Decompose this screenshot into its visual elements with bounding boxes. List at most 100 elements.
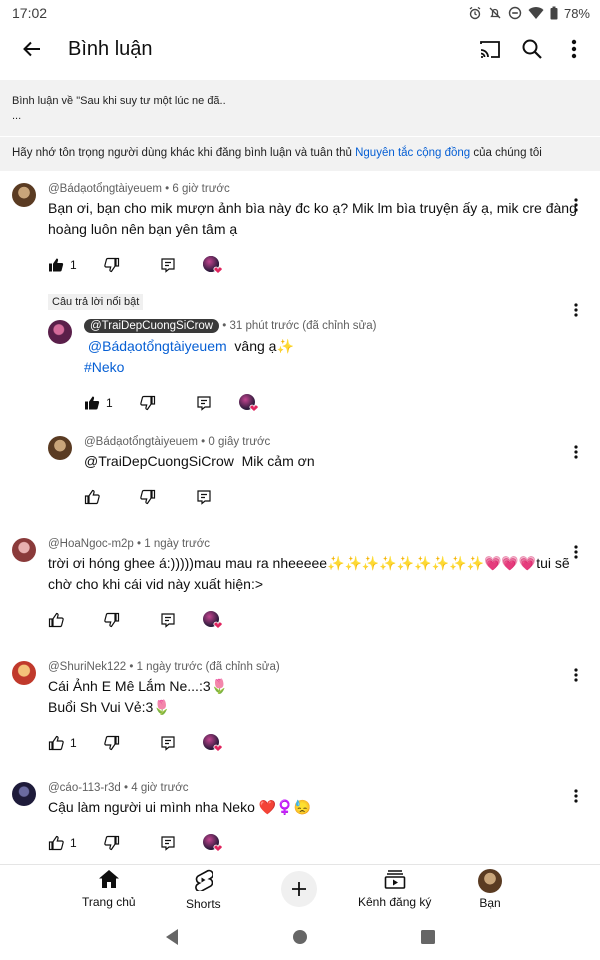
creator-heart	[202, 611, 224, 629]
comment-time: 1 ngày trước (đã chỉnh sửa)	[136, 661, 280, 673]
like-button[interactable]	[48, 612, 104, 628]
comment-item: @ShuriNek122 • 1 ngày trước (đã chỉnh sử…	[0, 661, 600, 754]
avatar	[478, 869, 502, 893]
creator-heart-icon	[202, 834, 224, 852]
search-icon[interactable]	[514, 31, 550, 67]
reply-button[interactable]	[160, 735, 202, 751]
reply-text: vâng ạ✨	[234, 338, 294, 354]
more-vert-icon[interactable]	[556, 31, 592, 67]
nav-shorts-label: Shorts	[186, 897, 221, 911]
nav-you[interactable]: Bạn	[478, 869, 502, 910]
like-button[interactable]: 1	[48, 735, 104, 751]
about-video[interactable]: Bình luận về "Sau khi suy tư một lúc ne …	[0, 80, 600, 137]
reply-item: @Bádạotổngtàiyeuem • 0 giây trước @TraiD…	[0, 436, 600, 508]
system-navigation	[0, 916, 600, 960]
avatar[interactable]	[12, 538, 36, 562]
creator-heart	[202, 734, 224, 752]
comment-more-icon[interactable]	[568, 786, 584, 806]
like-button[interactable]	[84, 489, 140, 505]
comment-author[interactable]: @Bádạotổngtàiyeuem	[48, 183, 162, 195]
reply-button[interactable]	[160, 835, 202, 851]
comment-text: Bạn ơi, bạn cho mik mượn ảnh bìa này đc …	[48, 200, 577, 237]
community-guidelines-link[interactable]: Nguyên tắc cộng đồng	[355, 147, 470, 159]
highlighted-reply-badge: Câu trả lời nổi bật	[48, 294, 144, 310]
comment-author[interactable]: @HoaNgoc-m2p	[48, 538, 134, 550]
status-bar: 17:02 78%	[0, 0, 600, 26]
like-count: 1	[70, 736, 77, 750]
reply-more-icon[interactable]	[568, 442, 584, 462]
creator-heart-icon	[238, 394, 260, 412]
comment-item: @cáo-113-r3d • 4 giờ trước Cậu làm người…	[0, 782, 600, 854]
reply-button[interactable]	[196, 489, 238, 505]
like-button[interactable]: 1	[84, 395, 140, 411]
reply-button[interactable]	[160, 612, 202, 628]
reply-button[interactable]	[160, 257, 202, 273]
cast-icon[interactable]	[472, 31, 508, 67]
comment-more-icon[interactable]	[568, 195, 584, 215]
notifications-off-icon	[488, 6, 502, 20]
reply-item: Câu trả lời nổi bật @TraiDepCuongSiCrow …	[0, 294, 600, 414]
about-ellipsis: ...	[12, 110, 22, 122]
reminder-text: Hãy nhớ tôn trọng người dùng khác khi đă…	[12, 147, 356, 159]
like-count: 1	[70, 258, 77, 272]
reply-button[interactable]	[196, 395, 238, 411]
reply-mention[interactable]: @TraiDepCuongSiCrow	[84, 453, 234, 469]
about-line: Bình luận về "Sau khi suy tư một lúc ne …	[12, 95, 226, 107]
creator-heart-icon	[202, 734, 224, 752]
dislike-button[interactable]	[104, 257, 160, 273]
nav-shorts[interactable]: Shorts	[186, 869, 221, 911]
like-button[interactable]: 1	[48, 257, 104, 273]
comment-item: @HoaNgoc-m2p • 1 ngày trước trời ơi hóng…	[0, 538, 600, 631]
comment-time: 1 ngày trước	[144, 538, 210, 550]
dislike-button[interactable]	[140, 489, 196, 505]
dislike-button[interactable]	[140, 395, 196, 411]
create-button[interactable]	[281, 871, 317, 907]
back-triangle-icon[interactable]	[164, 928, 180, 951]
thumb-down-icon	[140, 395, 156, 411]
app-bar: Bình luận	[0, 26, 600, 72]
like-button[interactable]: 1	[48, 835, 104, 851]
comment-text-line: Buổi Sh Vui Vẻ:3🌷	[48, 699, 171, 715]
dislike-button[interactable]	[104, 735, 160, 751]
community-reminder: Hãy nhớ tôn trọng người dùng khác khi đă…	[0, 137, 600, 171]
reply-mention[interactable]: @Bádạotổngtàiyeuem	[88, 338, 227, 354]
comment-more-icon[interactable]	[568, 665, 584, 685]
comment-text-line: Cái Ảnh E Mê Lắm Ne...:3🌷	[48, 678, 229, 694]
reply-icon	[160, 257, 176, 273]
thumb-up-filled-icon	[48, 257, 64, 273]
home-circle-icon[interactable]	[292, 929, 308, 950]
thumb-down-icon	[104, 612, 120, 628]
creator-heart	[202, 256, 224, 274]
comment-author[interactable]: @ShuriNek122	[48, 661, 126, 673]
like-count: 1	[70, 836, 77, 850]
nav-subscriptions[interactable]: Kênh đăng ký	[358, 869, 431, 909]
do-not-disturb-icon	[508, 6, 522, 20]
reply-icon	[196, 489, 212, 505]
avatar[interactable]	[12, 782, 36, 806]
back-arrow-icon[interactable]	[14, 31, 50, 67]
creator-heart	[238, 394, 260, 412]
battery-percent: 78%	[563, 5, 590, 21]
home-icon	[98, 869, 120, 892]
reply-more-icon[interactable]	[568, 300, 584, 320]
avatar[interactable]	[48, 436, 72, 460]
thumb-down-icon	[104, 735, 120, 751]
thumb-down-icon	[104, 835, 120, 851]
nav-home[interactable]: Trang chủ	[82, 869, 136, 909]
reply-hashtag[interactable]: #Neko	[84, 357, 588, 378]
thumb-up-icon	[84, 489, 100, 505]
avatar[interactable]	[12, 183, 36, 207]
avatar[interactable]	[12, 661, 36, 685]
recents-square-icon[interactable]	[420, 929, 436, 950]
comment-author[interactable]: @cáo-113-r3d	[48, 782, 121, 794]
thumb-down-icon	[140, 489, 156, 505]
reply-author[interactable]: @Bádạotổngtàiyeuem	[84, 436, 198, 448]
comment-more-icon[interactable]	[568, 542, 584, 562]
dislike-button[interactable]	[104, 835, 160, 851]
reply-icon	[196, 395, 212, 411]
reply-author[interactable]: @TraiDepCuongSiCrow	[84, 319, 220, 333]
avatar[interactable]	[48, 320, 72, 344]
dislike-button[interactable]	[104, 612, 160, 628]
subscriptions-icon	[384, 869, 406, 892]
reply-time: 31 phút trước (đã chỉnh sửa)	[229, 320, 377, 332]
